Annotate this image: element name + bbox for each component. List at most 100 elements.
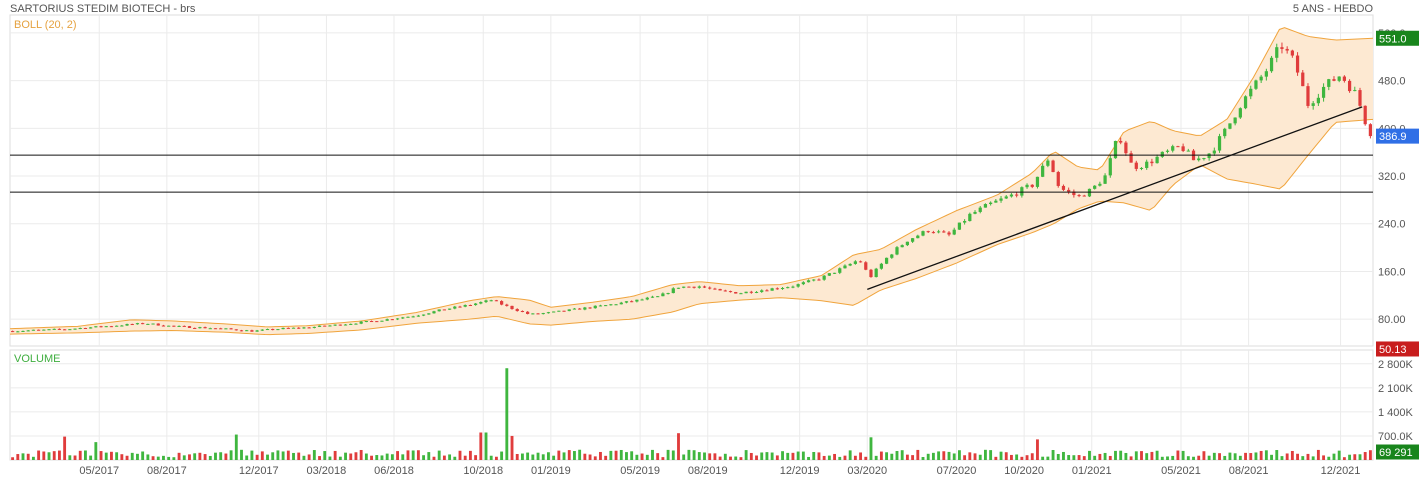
volume-bar xyxy=(1129,456,1133,460)
candle-body xyxy=(203,327,207,329)
volume-bar xyxy=(1290,450,1294,460)
candle-body xyxy=(1025,184,1029,188)
candle-body xyxy=(1269,57,1274,72)
volume-bar xyxy=(489,455,493,460)
volume-bar xyxy=(775,455,779,460)
volume-bar xyxy=(885,452,889,460)
candle-body xyxy=(297,327,301,329)
candle-body xyxy=(780,288,785,290)
volume-bar xyxy=(848,450,852,460)
candle-body xyxy=(858,261,863,263)
candle-body xyxy=(666,293,670,295)
volume-bar xyxy=(442,455,446,460)
candle-body xyxy=(1259,76,1263,81)
candle-body xyxy=(1009,194,1014,197)
volume-bar xyxy=(245,455,249,460)
candle-body xyxy=(458,306,462,308)
candle-body xyxy=(1124,142,1128,154)
volume-bar xyxy=(297,452,301,460)
candle-body xyxy=(708,287,712,289)
candle-body xyxy=(671,288,675,294)
volume-bar xyxy=(94,442,98,460)
candle-body xyxy=(411,316,415,318)
candle-body xyxy=(1098,183,1102,186)
candle-body xyxy=(1223,128,1227,137)
volume-bar xyxy=(879,451,883,460)
volume-bar xyxy=(765,452,769,460)
volume-bar xyxy=(1238,455,1242,460)
candle-body xyxy=(604,305,608,307)
candle-body xyxy=(796,284,800,287)
candle-body xyxy=(1035,176,1040,187)
volume-bar xyxy=(307,454,311,460)
volume-bar xyxy=(1155,450,1159,460)
candle-body xyxy=(500,301,504,305)
candle-body xyxy=(1155,156,1159,164)
volume-bar xyxy=(833,453,836,460)
volume-bar xyxy=(916,449,920,460)
volume-bar xyxy=(531,454,535,460)
candle-body xyxy=(864,262,868,270)
volume-bar xyxy=(1124,452,1128,460)
candle-body xyxy=(661,293,665,297)
volume-bar xyxy=(557,450,561,460)
candle-body xyxy=(1243,96,1248,109)
volume-bar xyxy=(853,455,857,460)
candle-body xyxy=(1103,175,1107,184)
candle-body xyxy=(989,202,993,205)
candle-body xyxy=(1056,172,1060,186)
candle-body xyxy=(406,316,410,318)
candle-body xyxy=(1347,80,1352,92)
candle-body xyxy=(952,229,956,235)
volume-bar xyxy=(396,451,400,460)
candle-body xyxy=(286,327,290,329)
volume-bar xyxy=(1119,450,1123,460)
volume-bar xyxy=(172,457,176,460)
volume-bar xyxy=(266,454,269,460)
candle-body xyxy=(307,327,311,329)
candle-body xyxy=(167,325,171,327)
date-tick-label: 01/2021 xyxy=(1072,465,1112,477)
candle-body xyxy=(890,254,894,258)
price-chart-svg[interactable]: 80.00160.0240.0320.0400.0480.0560.005/20… xyxy=(0,0,1419,480)
volume-bar xyxy=(229,450,233,460)
candle-body xyxy=(1129,153,1133,163)
candle-body xyxy=(193,327,197,329)
volume-panel-frame xyxy=(9,349,1374,461)
volume-bar xyxy=(859,452,863,460)
candle-body xyxy=(312,326,316,328)
candle-body xyxy=(198,327,202,329)
volume-bar xyxy=(167,456,171,460)
candle-body xyxy=(1285,48,1289,51)
volume-bar xyxy=(604,455,608,460)
candle-body xyxy=(255,330,259,332)
candle-body xyxy=(645,297,649,300)
date-tick-label: 08/2021 xyxy=(1229,465,1269,477)
volume-bar xyxy=(541,454,545,460)
volume-bar xyxy=(593,456,597,460)
volume-bar xyxy=(520,453,524,460)
candle-body xyxy=(754,291,759,293)
candle-body xyxy=(1145,161,1149,168)
candle-body xyxy=(910,238,915,242)
volume-tick-label: 2 800K xyxy=(1378,359,1414,371)
candle-body xyxy=(650,296,655,298)
candle-body xyxy=(697,286,701,288)
volume-bar xyxy=(729,456,732,460)
candle-body xyxy=(682,286,686,288)
candle-body xyxy=(1275,47,1279,58)
volume-bar xyxy=(864,456,868,460)
candle-body xyxy=(437,309,441,312)
volume-bar xyxy=(1348,454,1352,460)
volume-bar xyxy=(1030,453,1034,460)
date-tick-label: 05/2019 xyxy=(620,465,660,477)
candle-body xyxy=(1119,140,1123,143)
volume-bar xyxy=(302,455,306,460)
volume-bar xyxy=(21,453,25,460)
volume-bar xyxy=(125,455,129,460)
date-tick-label: 07/2020 xyxy=(937,465,977,477)
volume-bar xyxy=(203,454,207,460)
candle-body xyxy=(172,325,176,327)
volume-bar xyxy=(963,455,967,460)
candle-body xyxy=(806,280,811,283)
